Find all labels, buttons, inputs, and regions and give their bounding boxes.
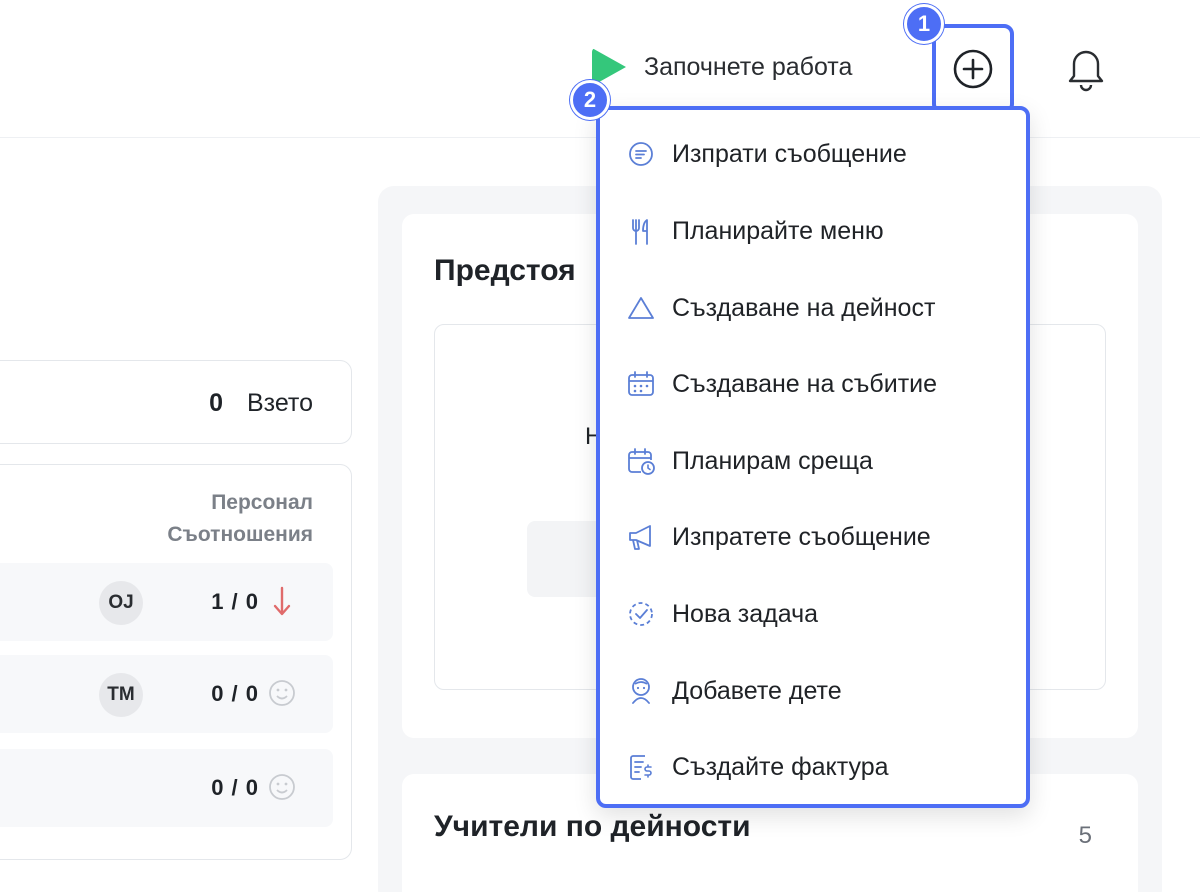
avatar: OJ <box>99 581 143 625</box>
staff-header-line2: Съотношения <box>167 523 313 546</box>
invoice-icon <box>630 755 652 780</box>
menu-item-label: Изпратете съобщение <box>672 522 931 551</box>
menu-item-label: Планирайте меню <box>672 216 884 245</box>
table-row[interactable]: OJ 1 / 0 <box>0 563 333 641</box>
menu-item-label: Добавете дете <box>672 676 842 705</box>
fork-knife-icon <box>632 219 648 245</box>
add-button-highlight <box>932 24 1014 114</box>
staff-ratios-card: Персонал Съотношения OJ 1 / 0 TM 0 / 0 0… <box>0 464 352 860</box>
menu-item-create-event[interactable]: Създаване на събитие <box>626 360 937 408</box>
upcoming-title: Предстоя <box>434 254 576 287</box>
smiley-icon <box>269 774 295 800</box>
menu-item-schedule-meeting[interactable]: Планирам среща <box>626 437 873 485</box>
menu-item-new-task[interactable]: Нова задача <box>626 590 818 638</box>
taken-count: 0 <box>209 389 223 417</box>
menu-item-label: Създайте фактура <box>672 752 889 781</box>
get-started-button[interactable]: Започнете работа <box>592 48 852 86</box>
staff-header-line1: Персонал <box>211 491 313 514</box>
child-icon <box>632 678 650 704</box>
menu-item-add-child[interactable]: Добавете дете <box>626 667 842 715</box>
task-check-icon <box>629 602 653 626</box>
activity-teachers-title: Учители по дейности <box>434 810 751 843</box>
menu-item-label: Планирам среща <box>672 446 873 475</box>
ratio-value: 0 / 0 <box>211 681 259 706</box>
calendar-icon <box>628 371 654 396</box>
megaphone-icon <box>629 525 651 550</box>
menu-item-send-announcement[interactable]: Изпратете съобщение <box>626 513 931 561</box>
table-row[interactable]: 0 / 0 <box>0 749 333 827</box>
create-menu: Изпрати съобщение Планирайте меню Създав… <box>596 106 1030 808</box>
ratio-value: 1 / 0 <box>211 589 259 614</box>
menu-item-create-activity[interactable]: Създаване на дейност <box>626 284 935 332</box>
get-started-label: Започнете работа <box>644 52 853 81</box>
menu-item-label: Нова задача <box>672 599 819 628</box>
attendance-card: 0 Взето <box>0 360 352 444</box>
triangle-icon <box>628 297 654 319</box>
activity-teachers-count: 5 <box>1078 822 1092 849</box>
menu-item-create-invoice[interactable]: Създайте фактура <box>626 743 889 791</box>
ratio-value: 0 / 0 <box>211 775 259 800</box>
menu-item-plan-menu[interactable]: Планирайте меню <box>626 207 884 255</box>
calendar-clock-icon <box>628 448 655 475</box>
menu-item-label: Създаване на дейност <box>672 293 936 322</box>
menu-item-send-message[interactable]: Изпрати съобщение <box>626 130 907 178</box>
step-badge-1: 1 <box>904 4 944 44</box>
menu-item-label: Създаване на събитие <box>672 369 938 398</box>
down-arrow-icon <box>273 586 291 616</box>
bell-icon[interactable] <box>1062 42 1110 94</box>
smiley-icon <box>269 680 295 706</box>
avatar: TM <box>99 673 143 717</box>
menu-item-label: Изпрати съобщение <box>672 139 907 168</box>
table-row[interactable]: TM 0 / 0 <box>0 655 333 733</box>
message-icon <box>629 142 653 166</box>
play-icon <box>592 48 626 86</box>
step-badge-2: 2 <box>570 80 610 120</box>
taken-label: Взето <box>246 389 313 417</box>
staff-ratios-header: Персонал Съотношения <box>167 487 313 551</box>
